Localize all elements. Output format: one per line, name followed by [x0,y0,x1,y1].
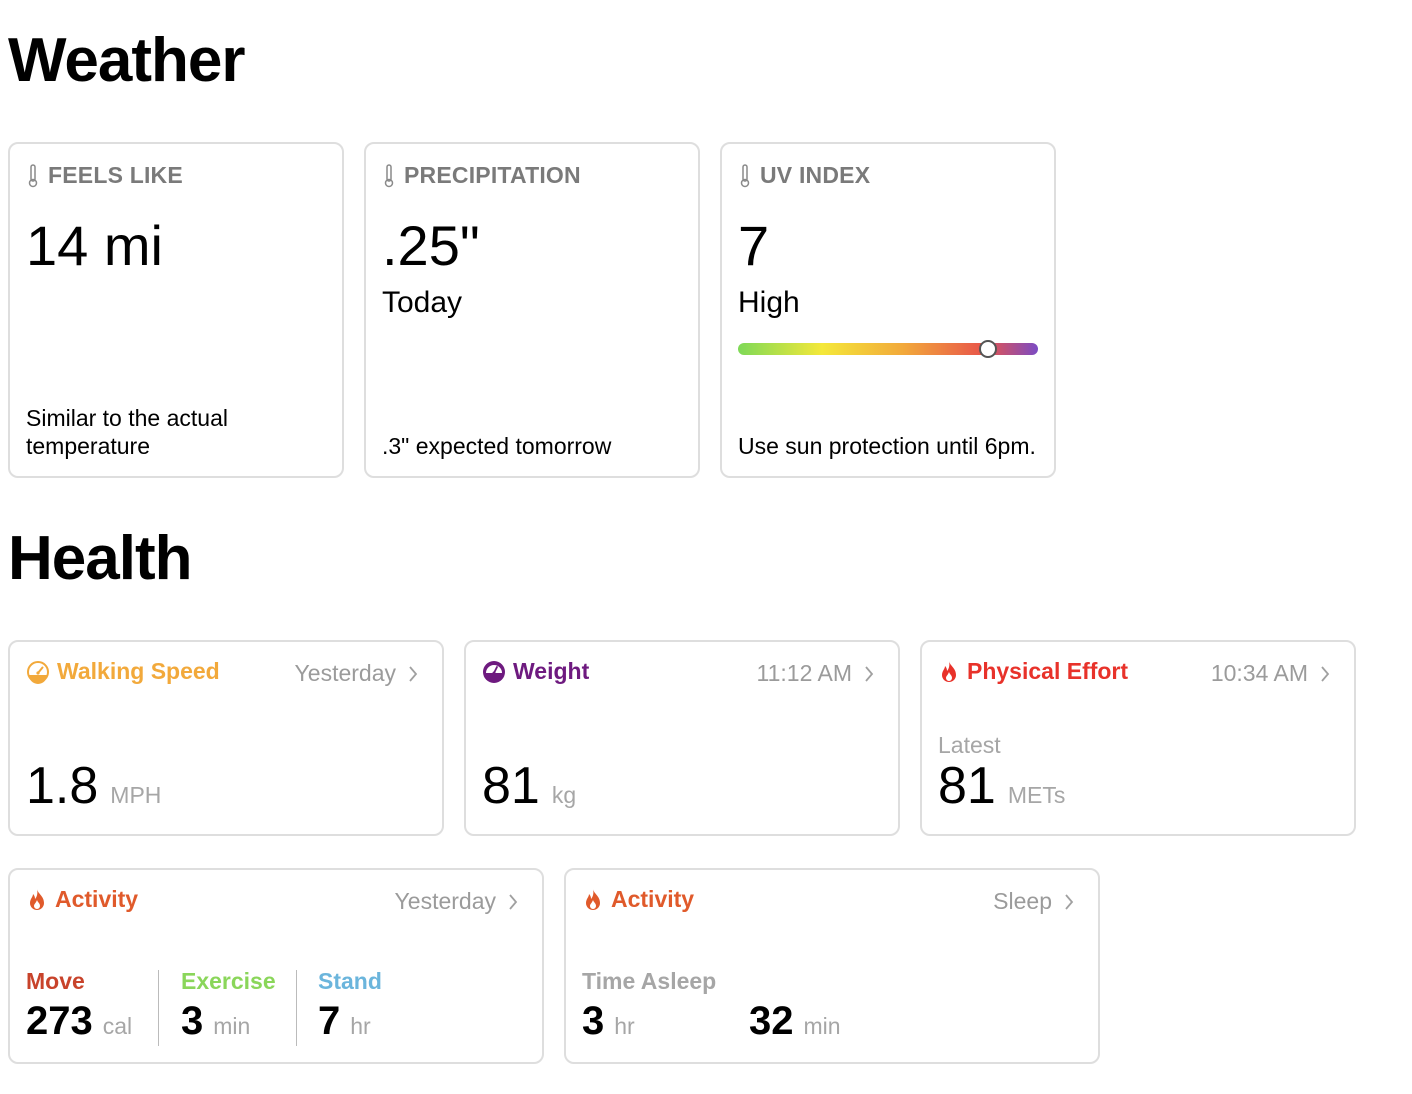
flame-icon [586,888,600,910]
walking-speed-value-row: 1.8 MPH [26,760,161,812]
activity-stand: Stand 7 hr [318,968,382,1043]
weight-value: 81 [482,757,540,815]
feels-like-card: FEELS LIKE 14 mi Similar to the actual t… [8,142,344,478]
chevron-right-icon [409,665,418,682]
sleep-header: Activity [582,886,694,913]
uv-index-label: UV INDEX [760,162,871,188]
chevron-right-icon [1065,893,1074,910]
activity-title: Activity [55,886,139,912]
sleep-title: Activity [611,886,695,912]
weight-time-link[interactable]: 11:12 AM [757,660,874,687]
thermometer-icon [740,163,750,187]
precipitation-card: PRECIPITATION .25" Today .3" expected to… [364,142,700,478]
flame-icon [30,888,44,910]
weather-title: Weather [8,26,245,95]
sleep-card[interactable]: Activity Sleep Time Asleep 3 hr 32 min [564,868,1100,1064]
scale-icon [483,660,505,683]
weight-title: Weight [513,658,590,684]
physical-effort-time-link[interactable]: 10:34 AM [1211,660,1330,687]
physical-effort-card[interactable]: Physical Effort 10:34 AM Latest 81 METs [920,640,1356,836]
activity-exercise: Exercise 3 min [181,968,276,1043]
walking-speed-time: Yesterday [294,660,396,686]
walking-speed-time-link[interactable]: Yesterday [295,660,418,687]
chevron-right-icon [509,893,518,910]
uv-index-knob [979,340,997,358]
physical-effort-value-row: 81 METs [938,760,1065,812]
walking-speed-title: Walking Speed [57,658,220,684]
uv-index-header: UV INDEX [740,162,870,189]
activity-header: Activity [26,886,138,913]
activity-card[interactable]: Activity Yesterday Move 273 cal Exercise… [8,868,544,1064]
thermometer-icon [384,163,394,187]
uv-index-value: 7 [738,214,770,277]
uv-index-sub: High [738,286,800,319]
precipitation-value: .25" [382,214,480,277]
feels-like-value: 14 mi [26,214,163,277]
physical-effort-title: Physical Effort [967,658,1129,684]
sleep-time-link[interactable]: Sleep [993,888,1074,915]
precipitation-sub: Today [382,286,463,319]
feels-like-footer: Similar to the actual temperature [26,405,228,459]
stand-value: 7 [318,999,341,1043]
weight-unit: kg [551,782,577,808]
walking-speed-header: Walking Speed [26,658,220,685]
walking-speed-unit: MPH [110,782,162,808]
physical-effort-header: Physical Effort [938,658,1128,685]
feels-like-label: FEELS LIKE [48,162,183,188]
walking-speed-value: 1.8 [26,757,99,815]
weight-time: 11:12 AM [756,660,852,686]
exercise-label: Exercise [181,968,276,994]
stand-label: Stand [318,968,382,994]
exercise-value: 3 [181,999,204,1043]
weight-card[interactable]: Weight 11:12 AM 81 kg [464,640,900,836]
sleep-minutes-unit: min [803,1013,841,1039]
precipitation-label: PRECIPITATION [404,162,581,188]
thermometer-icon [28,163,38,187]
uv-index-bar [738,340,1038,358]
weight-value-row: 81 kg [482,760,576,812]
chevron-right-icon [1321,665,1330,682]
feels-like-header: FEELS LIKE [28,162,183,189]
chevron-right-icon [865,665,874,682]
uv-index-card: UV INDEX 7 High Use sun protection until… [720,142,1056,478]
weight-header: Weight [482,658,589,685]
move-label: Move [26,968,85,994]
activity-time: Yesterday [394,888,496,914]
activity-time-link[interactable]: Yesterday [395,888,518,915]
sleep-minutes-value: 32 [749,999,794,1043]
uv-index-footer: Use sun protection until 6pm. [738,433,1036,459]
sleep-minutes: 32 min [749,1001,841,1041]
sleep-hours: Time Asleep 3 hr [582,968,717,1043]
precipitation-header: PRECIPITATION [384,162,581,189]
physical-effort-value: 81 [938,757,996,815]
exercise-unit: min [213,1013,251,1039]
precipitation-footer: .3" expected tomorrow [382,433,612,459]
walking-speed-card[interactable]: Walking Speed Yesterday 1.8 MPH [8,640,444,836]
flame-icon [942,660,956,682]
time-asleep-label: Time Asleep [582,968,717,994]
sleep-time: Sleep [993,888,1052,914]
activity-divider [158,970,159,1046]
move-unit: cal [102,1013,133,1039]
health-title: Health [8,524,192,593]
stand-unit: hr [350,1013,371,1039]
physical-effort-time: 10:34 AM [1210,660,1308,686]
physical-effort-unit: METs [1007,782,1066,808]
activity-move: Move 273 cal [26,968,133,1043]
activity-divider [296,970,297,1046]
gauge-icon [27,660,49,684]
sleep-hours-unit: hr [614,1013,635,1039]
sleep-hours-value: 3 [582,999,605,1043]
move-value: 273 [26,999,93,1043]
physical-effort-label: Latest [938,732,1001,758]
